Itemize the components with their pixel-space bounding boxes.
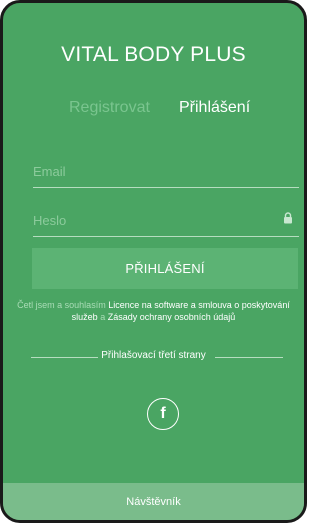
- tab-login[interactable]: Přihlášení: [179, 99, 250, 117]
- divider-line-right: [215, 357, 283, 358]
- facebook-icon: f: [160, 405, 166, 422]
- app-title: VITAL BODY PLUS: [61, 43, 246, 66]
- tab-register[interactable]: Registrovat: [69, 99, 150, 117]
- app-screen: VITAL BODY PLUS Registrovat Přihlášení P…: [0, 0, 307, 523]
- email-field[interactable]: [33, 155, 299, 188]
- auth-tabs: Registrovat Přihlášení: [3, 99, 304, 123]
- email-input[interactable]: [33, 155, 299, 187]
- terms-prefix: Četl jsem a souhlasím: [17, 300, 106, 310]
- lock-icon: [284, 212, 292, 224]
- privacy-policy-link[interactable]: Zásady ochrany osobních údajů: [108, 312, 236, 322]
- third-party-divider: Přihlašovací třetí strany: [3, 350, 304, 364]
- login-button[interactable]: PŘIHLÁŠENÍ: [32, 248, 298, 289]
- password-field[interactable]: [33, 204, 299, 237]
- terms-agreement: Četl jsem a souhlasím Licence na softwar…: [17, 299, 290, 323]
- third-party-label: Přihlašovací třetí strany: [101, 350, 206, 361]
- facebook-login-button[interactable]: f: [147, 398, 179, 430]
- password-input[interactable]: [33, 204, 299, 236]
- terms-conjunction: a: [100, 312, 106, 322]
- guest-button[interactable]: Návštěvník: [3, 483, 304, 520]
